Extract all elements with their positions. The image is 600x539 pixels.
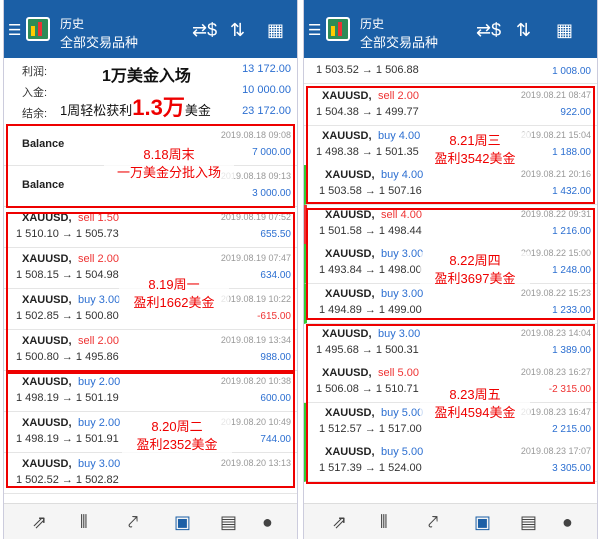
chat-icon[interactable]: ● xyxy=(262,512,273,533)
balance-label: 结余: xyxy=(22,108,48,120)
app-logo-icon xyxy=(26,17,50,41)
note-822: 8.22周四 盈利3697美金 xyxy=(420,252,530,288)
note-821-line1: 8.21周三 xyxy=(449,133,501,148)
bottom-nav: ⇗ ⫴ ⤤ ▣ ▤ ● xyxy=(4,503,297,539)
note-819-line2: 盈利1662美金 xyxy=(133,295,215,310)
note-819-line1: 8.19周一 xyxy=(148,277,200,292)
banner-line2: 1周轻松获利1.3万美金 xyxy=(60,90,211,122)
left-screenshot: ☰ 历史 全部交易品种 ⇄$ ⇅ ▦ 利润: 13 172.00 入金: 10 … xyxy=(3,0,298,539)
note-819: 8.19周一 盈利1662美金 xyxy=(119,276,229,312)
trend-icon[interactable]: ⤤ xyxy=(128,512,138,533)
header-subtitle[interactable]: 全部交易品种 xyxy=(60,32,138,51)
banner-line2-suffix: 美金 xyxy=(184,103,211,118)
header-title: 历史 xyxy=(360,17,385,31)
trade-icon[interactable]: ⇗ xyxy=(32,512,47,533)
note-822-line2: 盈利3697美金 xyxy=(434,271,516,286)
profit-label: 利润: xyxy=(22,66,48,78)
menu-icon[interactable]: ☰ xyxy=(308,23,321,38)
header-bar: ☰ 历史 全部交易品种 ⇄$ ⇅ ▦ xyxy=(304,0,597,58)
bottom-nav: ⇗ ⫴ ⤤ ▣ ▤ ● xyxy=(304,503,597,539)
banner-amount: 1.3万 xyxy=(132,95,185,120)
header-title: 历史 xyxy=(60,17,85,31)
list-item[interactable]: 1 503.52 → 1 506.88 1 008.00 xyxy=(304,58,597,84)
note-820-line2: 盈利2352美金 xyxy=(136,437,218,452)
calendar-icon[interactable]: ▦ xyxy=(556,20,573,41)
inbox-icon[interactable]: ▣ xyxy=(474,512,491,533)
deposit-value: 10 000.00 xyxy=(242,84,291,96)
deal-prices: 1 503.52 → 1 506.88 xyxy=(316,64,419,76)
note-823-line2: 盈利4594美金 xyxy=(434,405,516,420)
header-bar: ☰ 历史 全部交易品种 ⇄$ ⇅ ▦ xyxy=(4,0,297,58)
deal-value: 1 008.00 xyxy=(552,66,591,77)
note-821-line2: 盈利3542美金 xyxy=(434,151,516,166)
trend-icon[interactable]: ⤤ xyxy=(428,512,438,533)
inbox-icon[interactable]: ▣ xyxy=(174,512,191,533)
deposit-label: 入金: xyxy=(22,87,48,99)
header-subtitle[interactable]: 全部交易品种 xyxy=(360,32,438,51)
note-821: 8.21周三 盈利3542美金 xyxy=(420,132,530,168)
note-822-line1: 8.22周四 xyxy=(449,253,501,268)
menu-icon[interactable]: ☰ xyxy=(8,23,21,38)
note-818-line1: 8.18周末 xyxy=(143,147,195,162)
sort-icon[interactable]: ⇅ xyxy=(516,20,531,41)
note-818: 8.18周末 一万美金分批入场 xyxy=(104,146,234,182)
banner-line2-prefix: 1周轻松获利 xyxy=(60,103,133,118)
note-823-line1: 8.23周五 xyxy=(449,387,501,402)
trade-icon[interactable]: ⇗ xyxy=(332,512,347,533)
sort-icon[interactable]: ⇅ xyxy=(230,20,245,41)
news-icon[interactable]: ▤ xyxy=(220,512,237,533)
chart-candles-icon[interactable]: ⫴ xyxy=(380,512,388,533)
dollar-sync-icon[interactable]: ⇄$ xyxy=(476,20,501,41)
note-818-line2: 一万美金分批入场 xyxy=(116,165,221,180)
app-logo-icon xyxy=(326,17,350,41)
chart-candles-icon[interactable]: ⫴ xyxy=(80,512,88,533)
note-820: 8.20周二 盈利2352美金 xyxy=(122,418,232,454)
chat-icon[interactable]: ● xyxy=(562,512,573,533)
note-823: 8.23周五 盈利4594美金 xyxy=(420,386,530,422)
dollar-sync-icon[interactable]: ⇄$ xyxy=(192,20,217,41)
note-820-line1: 8.20周二 xyxy=(151,419,203,434)
right-screenshot: ☰ 历史 全部交易品种 ⇄$ ⇅ ▦ 1 503.52 → 1 506.88 1… xyxy=(303,0,598,539)
calendar-icon[interactable]: ▦ xyxy=(267,20,284,41)
banner-line1: 1万美金入场 xyxy=(102,68,191,85)
balance-value: 23 172.00 xyxy=(242,105,291,117)
news-icon[interactable]: ▤ xyxy=(520,512,537,533)
profit-value: 13 172.00 xyxy=(242,63,291,75)
